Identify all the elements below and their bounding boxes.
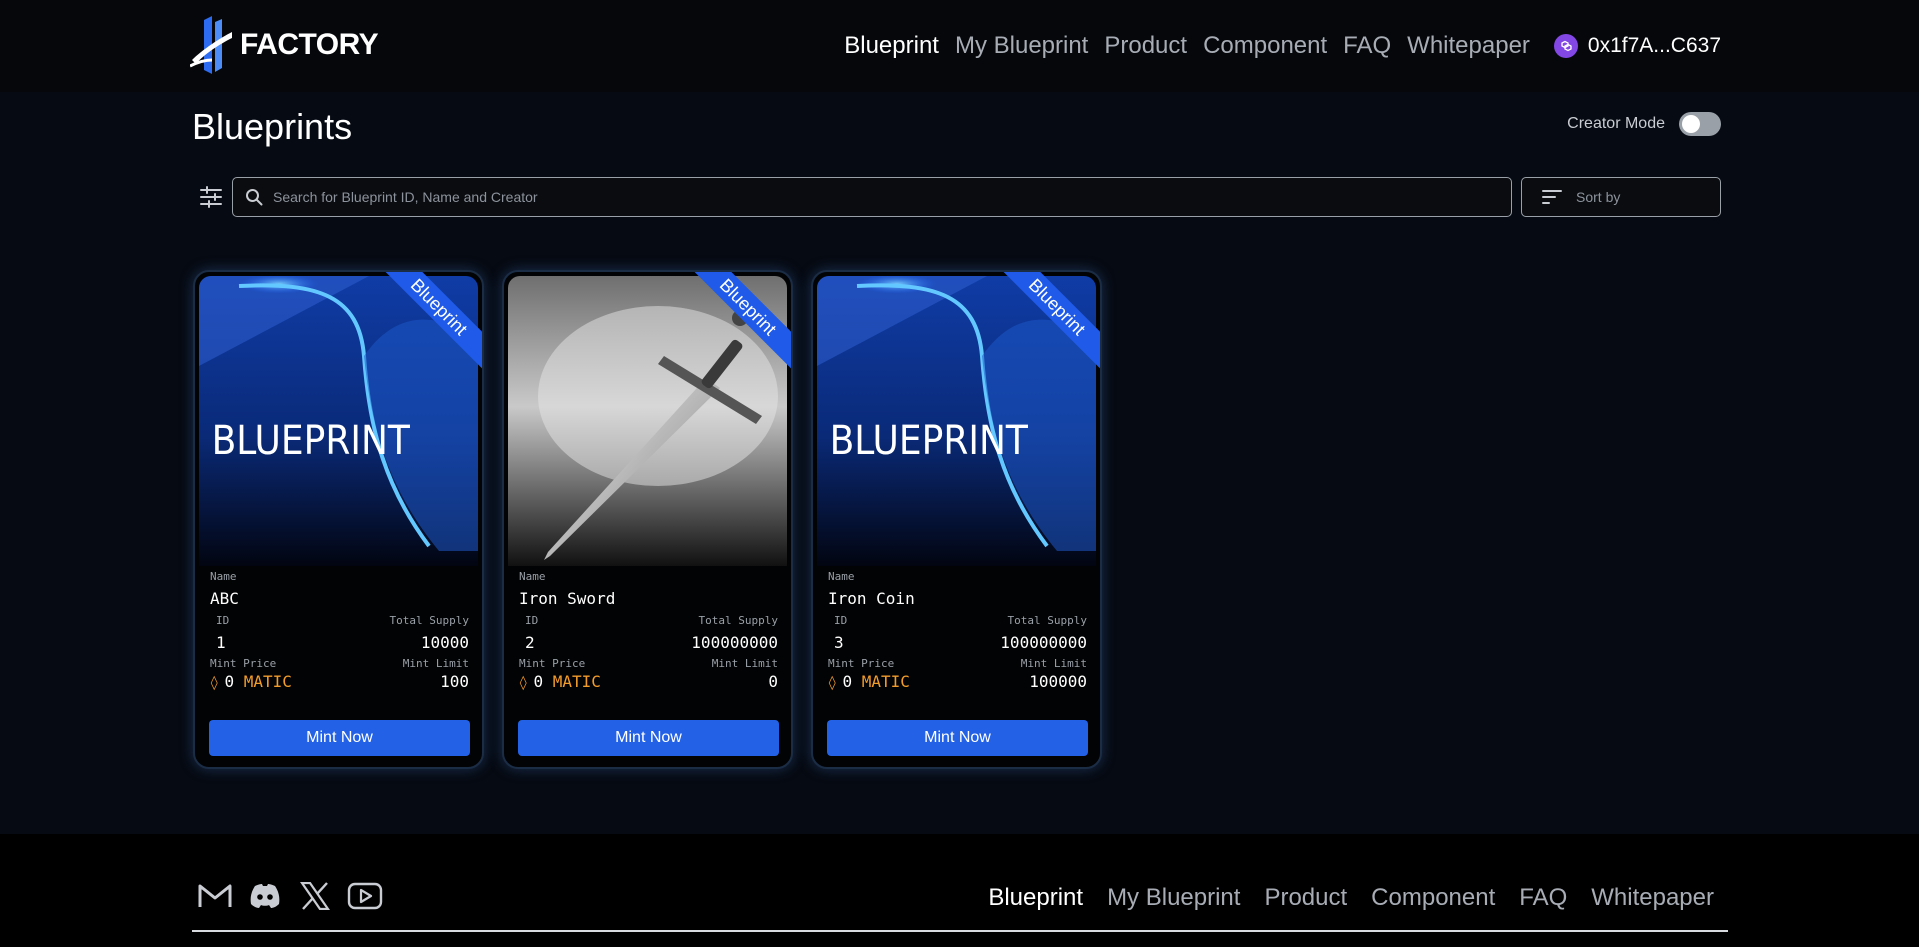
card-total-supply: 10000 xyxy=(420,633,469,652)
youtube-icon[interactable] xyxy=(347,878,383,914)
blueprint-card[interactable]: BLUEPRINT Blueprint Name Iron Coin ID To… xyxy=(811,270,1102,769)
currency-label: MATIC xyxy=(861,672,910,691)
mint-price-label: Mint Price xyxy=(519,657,586,670)
footer-divider xyxy=(192,930,1728,932)
mint-limit-label: Mint Limit xyxy=(711,657,778,670)
search-input[interactable] xyxy=(273,189,1473,205)
blueprint-art-text: BLUEPRINT xyxy=(212,417,411,463)
mint-now-button[interactable]: Mint Now xyxy=(209,720,470,756)
blueprint-card[interactable]: Blueprint Name Iron Sword ID Total Suppl… xyxy=(502,270,793,769)
creator-mode-toggle[interactable] xyxy=(1679,112,1721,136)
ethereum-icon: ◊ xyxy=(828,675,837,691)
creator-mode: Creator Mode xyxy=(1567,112,1721,136)
footer: Blueprint My Blueprint Product Component… xyxy=(0,834,1919,947)
card-total-supply: 100000000 xyxy=(691,633,778,652)
currency-label: MATIC xyxy=(243,672,292,691)
name-label: Name xyxy=(519,570,546,583)
card-mint-price: 0 xyxy=(842,672,853,691)
nav-whitepaper[interactable]: Whitepaper xyxy=(1407,32,1530,60)
wallet-address: 0x1f7A...C637 xyxy=(1587,34,1721,57)
top-header: FACTORY Blueprint My Blueprint Product C… xyxy=(0,0,1919,92)
nav-component[interactable]: Component xyxy=(1203,32,1327,60)
ethereum-icon: ◊ xyxy=(210,675,219,691)
card-name: ABC xyxy=(210,589,239,608)
creator-mode-label: Creator Mode xyxy=(1567,115,1665,132)
main-nav: Blueprint My Blueprint Product Component… xyxy=(828,28,1721,64)
card-name: Iron Coin xyxy=(828,589,915,608)
filter-sliders-icon[interactable] xyxy=(199,185,223,209)
card-total-supply: 100000000 xyxy=(1000,633,1087,652)
footer-nav-component[interactable]: Component xyxy=(1371,884,1495,912)
footer-nav-faq[interactable]: FAQ xyxy=(1519,884,1567,912)
footer-nav: Blueprint My Blueprint Product Component… xyxy=(964,884,1714,912)
ethereum-icon: ◊ xyxy=(519,675,528,691)
currency-label: MATIC xyxy=(552,672,601,691)
total-supply-label: Total Supply xyxy=(389,614,469,627)
footer-nav-my-blueprint[interactable]: My Blueprint xyxy=(1107,884,1240,912)
card-details: Name ABC ID Total Supply 1 10000 Mint Pr… xyxy=(210,564,469,691)
search-icon xyxy=(246,189,263,206)
sort-icon xyxy=(1542,190,1562,204)
mint-price-label: Mint Price xyxy=(828,657,895,670)
name-label: Name xyxy=(210,570,237,583)
nav-my-blueprint[interactable]: My Blueprint xyxy=(955,32,1088,60)
card-mint-price: 0 xyxy=(224,672,235,691)
sort-dropdown[interactable]: Sort by xyxy=(1521,177,1721,217)
factory-logo[interactable]: FACTORY xyxy=(190,16,379,74)
total-supply-label: Total Supply xyxy=(698,614,778,627)
card-mint-limit: 0 xyxy=(768,672,778,691)
footer-nav-whitepaper[interactable]: Whitepaper xyxy=(1591,884,1714,912)
footer-nav-blueprint[interactable]: Blueprint xyxy=(988,884,1083,912)
wallet-button[interactable]: 0x1f7A...C637 xyxy=(1553,34,1721,58)
toggle-knob xyxy=(1682,115,1700,133)
name-label: Name xyxy=(828,570,855,583)
social-links xyxy=(197,878,383,914)
card-details: Name Iron Coin ID Total Supply 3 1000000… xyxy=(828,564,1087,691)
gmail-icon[interactable] xyxy=(197,878,233,914)
page-title: Blueprints xyxy=(192,106,353,147)
mint-now-button[interactable]: Mint Now xyxy=(518,720,779,756)
mint-limit-label: Mint Limit xyxy=(402,657,469,670)
nav-blueprint[interactable]: Blueprint xyxy=(844,32,939,60)
discord-icon[interactable] xyxy=(247,878,283,914)
factory-logo-icon xyxy=(190,16,232,74)
sort-label: Sort by xyxy=(1576,189,1621,205)
card-name: Iron Sword xyxy=(519,589,616,608)
id-label: ID xyxy=(834,614,848,627)
mint-price-label: Mint Price xyxy=(210,657,277,670)
card-id: 1 xyxy=(216,633,226,652)
card-id: 3 xyxy=(834,633,844,652)
card-id: 2 xyxy=(525,633,535,652)
card-mint-limit: 100000 xyxy=(1029,672,1087,691)
mint-limit-label: Mint Limit xyxy=(1020,657,1087,670)
footer-nav-product[interactable]: Product xyxy=(1264,884,1347,912)
polygon-icon xyxy=(1553,34,1578,58)
id-label: ID xyxy=(216,614,230,627)
x-icon[interactable] xyxy=(297,878,333,914)
card-details: Name Iron Sword ID Total Supply 2 100000… xyxy=(519,564,778,691)
total-supply-label: Total Supply xyxy=(1007,614,1087,627)
nav-product[interactable]: Product xyxy=(1104,32,1187,60)
id-label: ID xyxy=(525,614,539,627)
search-box xyxy=(232,177,1512,217)
blueprint-art-text: BLUEPRINT xyxy=(830,417,1029,463)
card-mint-limit: 100 xyxy=(440,672,469,691)
blueprint-card[interactable]: BLUEPRINT Blueprint Name ABC ID Total Su… xyxy=(193,270,484,769)
nav-faq[interactable]: FAQ xyxy=(1343,32,1391,60)
brand-name: FACTORY xyxy=(240,28,379,61)
card-mint-price: 0 xyxy=(533,672,544,691)
mint-now-button[interactable]: Mint Now xyxy=(827,720,1088,756)
